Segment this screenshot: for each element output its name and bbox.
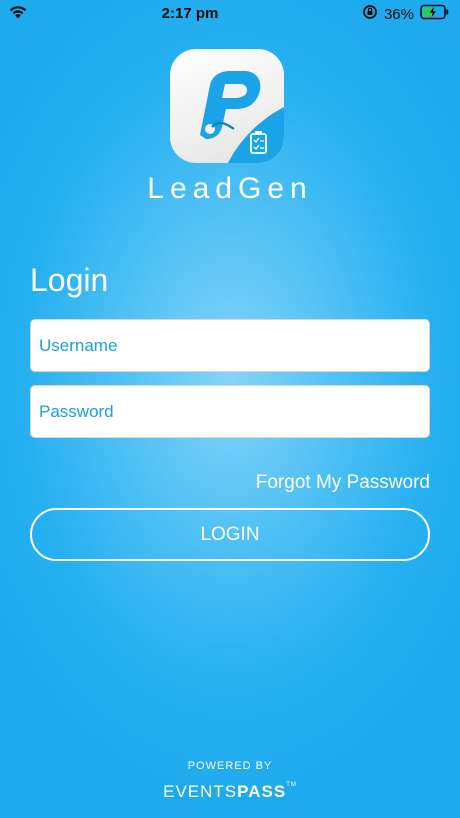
- eventspass-logo: EVENTSPASSTM: [0, 782, 460, 802]
- status-right-group: 36%: [362, 4, 450, 24]
- powered-by-label: POWERED BY: [187, 760, 273, 772]
- battery-percent: 36%: [383, 5, 414, 23]
- orientation-lock-icon: [362, 4, 378, 24]
- app-name: LeadGen: [147, 172, 313, 205]
- password-input[interactable]: [30, 385, 430, 438]
- app-icon: [170, 49, 284, 163]
- brand-trademark: TM: [286, 782, 297, 788]
- username-input[interactable]: [30, 319, 430, 372]
- brand-part-pass: PASS: [237, 782, 287, 801]
- status-bar: 2:17 pm 36%: [0, 0, 460, 26]
- forgot-password-link[interactable]: Forgot My Password: [256, 472, 430, 494]
- brand-part-events: EVENTS: [163, 782, 238, 801]
- login-title: Login: [30, 262, 109, 298]
- battery-charging-icon: [420, 4, 450, 24]
- login-button[interactable]: LOGIN: [30, 508, 430, 561]
